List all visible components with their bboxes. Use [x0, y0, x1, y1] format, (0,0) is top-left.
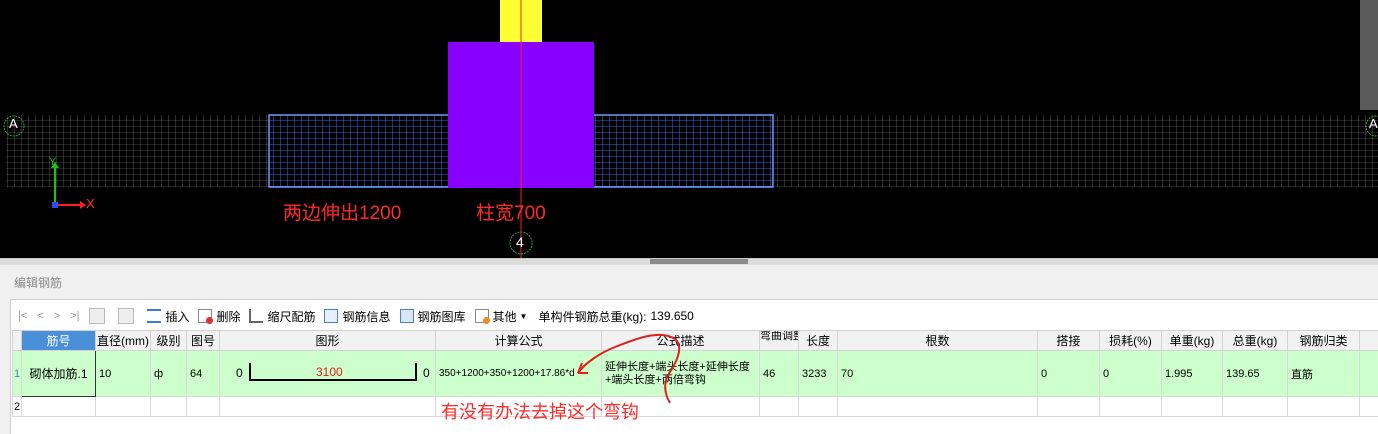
ruler-icon [249, 309, 263, 323]
cell-category[interactable] [1288, 397, 1360, 417]
rebar-library-button[interactable]: 钢筋图库 [400, 308, 466, 325]
cell-bend-adjust[interactable]: 46 [760, 351, 799, 397]
header-shape[interactable]: 图形 [220, 331, 436, 351]
header-category[interactable]: 钢筋归类 [1288, 331, 1360, 351]
header-unit-weight[interactable]: 单重(kg) [1162, 331, 1223, 351]
insert-label: 插入 [165, 308, 189, 325]
nav-next-button[interactable]: > [54, 310, 60, 322]
cell-bend-adjust[interactable] [760, 397, 799, 417]
cell-loss[interactable] [1100, 397, 1162, 417]
row-number: 2 [13, 397, 22, 417]
other-button[interactable]: 其他▼ [475, 308, 528, 325]
other-icon [475, 309, 489, 323]
cell-total-weight[interactable]: 139.65 [1223, 351, 1288, 397]
cell-length[interactable]: 3233 [799, 351, 838, 397]
cell-total-weight[interactable] [1223, 397, 1288, 417]
cell-loss[interactable]: 0 [1100, 351, 1162, 397]
cad-viewport[interactable]: A A 4 X Y 两边伸出1200 柱宽700 [0, 0, 1378, 258]
cell-diameter[interactable]: 10 [96, 351, 151, 397]
cell-overlap[interactable] [1038, 397, 1100, 417]
shape-mid-value: 3100 [316, 365, 343, 379]
header-loss[interactable]: 损耗(%) [1100, 331, 1162, 351]
cell-shape[interactable]: 0 3100 0 [220, 351, 436, 397]
header-figure-no[interactable]: 图号 [187, 331, 220, 351]
cell-grade[interactable] [151, 397, 187, 417]
cell-unit-weight[interactable] [1162, 397, 1223, 417]
viewport-canvas [0, 0, 1378, 258]
delete-label: 删除 [216, 308, 240, 325]
header-diameter[interactable]: 直径(mm) [96, 331, 151, 351]
ucs-x-label: X [86, 196, 95, 211]
cell-figure-no[interactable] [187, 397, 220, 417]
total-weight-value: 139.650 [650, 309, 693, 323]
rebar-shape-figure: 0 3100 0 [220, 351, 435, 396]
nav-prev-button[interactable]: < [37, 310, 43, 322]
cell-count[interactable]: 70 [838, 351, 1038, 397]
rebar-toolbar: |< < > >| 插入 删除 缩尺配筋 钢筋信息 钢筋图库 其他▼ 单构件钢筋… [18, 306, 694, 326]
cell-unit-weight[interactable]: 1.995 [1162, 351, 1223, 397]
rebar-info-label: 钢筋信息 [342, 308, 390, 325]
rebar-info-button[interactable]: 钢筋信息 [324, 308, 390, 325]
ucs-y-label: Y [49, 156, 56, 168]
header-total-weight[interactable]: 总重(kg) [1223, 331, 1288, 351]
cell-length[interactable] [799, 397, 838, 417]
delete-button[interactable]: 删除 [198, 308, 240, 325]
cell-grade[interactable]: ф [151, 351, 187, 397]
splitter-grip[interactable] [650, 259, 748, 264]
annotation-column-width: 柱宽700 [476, 198, 546, 225]
cell-figure-no[interactable]: 64 [187, 351, 220, 397]
insert-button[interactable]: 插入 [147, 308, 189, 325]
header-extra [1360, 331, 1378, 351]
cell-extra [1360, 351, 1378, 397]
nav-first-button[interactable]: |< [18, 310, 27, 322]
axis-label-a-left: A [9, 116, 18, 131]
shape-right-value: 0 [423, 366, 430, 380]
cell-bar-no[interactable] [22, 397, 96, 417]
move-down-button[interactable] [118, 308, 138, 324]
cell-diameter[interactable] [96, 397, 151, 417]
header-count[interactable]: 根数 [838, 331, 1038, 351]
panel-title: 编辑钢筋 [14, 274, 62, 291]
annotation-extend-1200: 两边伸出1200 [283, 198, 401, 225]
cell-extra [1360, 397, 1378, 417]
panel-splitter[interactable] [0, 258, 1378, 265]
insert-row-icon [147, 309, 161, 323]
rebar-library-label: 钢筋图库 [418, 308, 466, 325]
arrow-down-icon [118, 308, 134, 324]
row-number: 1 [13, 351, 22, 397]
cell-overlap[interactable]: 0 [1038, 351, 1100, 397]
document-icon [324, 309, 338, 323]
arrow-up-icon [89, 308, 105, 324]
header-row-num [13, 331, 22, 351]
cell-shape[interactable] [220, 397, 436, 417]
header-bend-adjust[interactable]: 弯曲调整 [760, 331, 799, 351]
right-tool-strip [1360, 0, 1378, 110]
cell-category[interactable]: 直筋 [1288, 351, 1360, 397]
cell-bar-no[interactable]: 砌体加筋.1 [22, 351, 96, 397]
other-label: 其他 [493, 308, 517, 325]
total-weight-label: 单构件钢筋总重(kg): [538, 308, 646, 325]
scale-config-button[interactable]: 缩尺配筋 [249, 308, 315, 325]
header-grade[interactable]: 级别 [151, 331, 187, 351]
axis-label-a-right: A [1369, 116, 1378, 131]
cell-count[interactable] [838, 397, 1038, 417]
delete-icon [198, 309, 212, 323]
header-overlap[interactable]: 搭接 [1038, 331, 1100, 351]
library-icon [400, 309, 414, 323]
move-up-button[interactable] [89, 308, 109, 324]
header-length[interactable]: 长度 [799, 331, 838, 351]
annotation-question: 有没有办法去掉这个弯钩 [441, 398, 639, 424]
header-bar-no[interactable]: 筋号 [22, 331, 96, 351]
nav-last-button[interactable]: >| [70, 310, 79, 322]
chevron-down-icon: ▼ [520, 312, 528, 321]
shape-left-value: 0 [236, 366, 243, 380]
scale-config-label: 缩尺配筋 [267, 308, 315, 325]
axis-label-4: 4 [516, 234, 524, 250]
